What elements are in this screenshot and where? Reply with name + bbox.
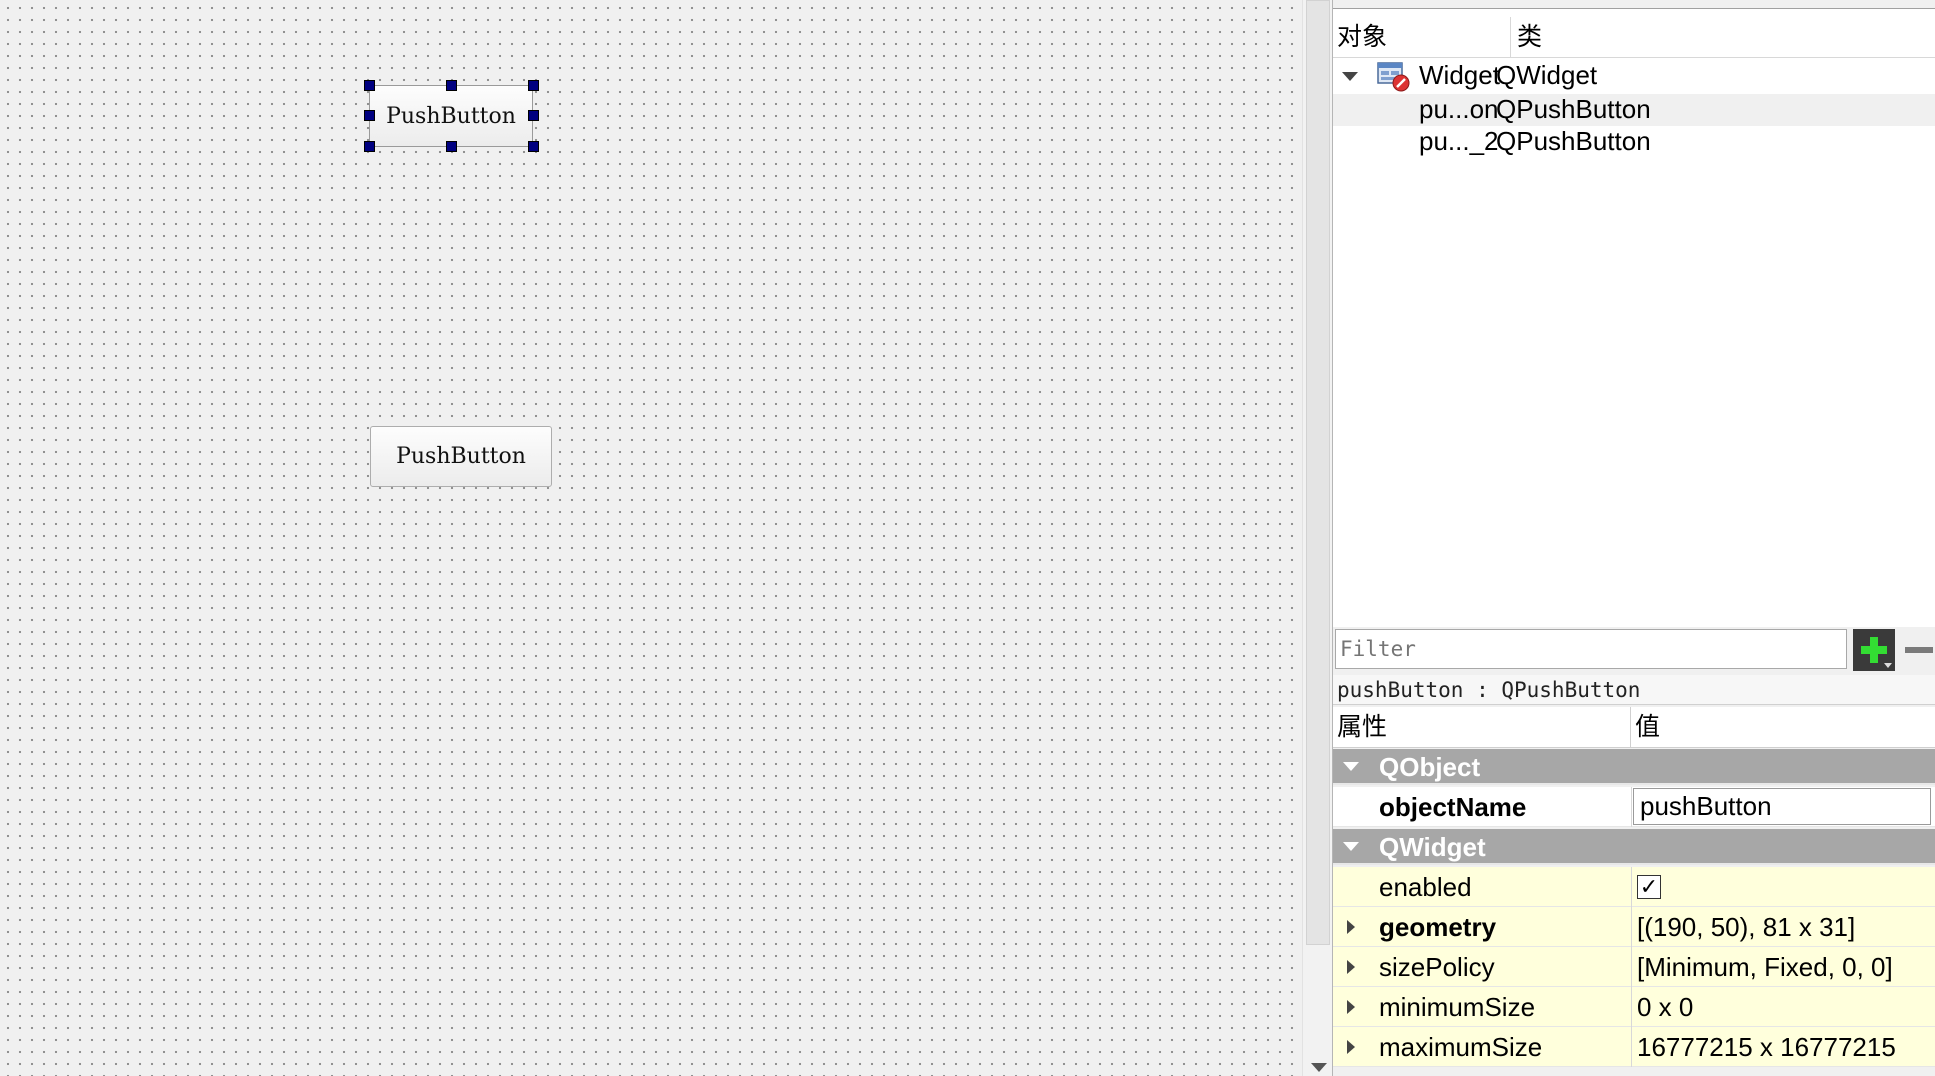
plus-icon-vertical — [1870, 637, 1878, 663]
object-inspector: 对象 类 Widget QWidget pu...on QPushButton … — [1333, 0, 1935, 627]
object-inspector-header: 对象 类 — [1333, 9, 1935, 58]
tree-item-name: pu..._2 — [1419, 126, 1499, 156]
selection-handle-top-right[interactable] — [528, 80, 539, 91]
column-header-value[interactable]: 值 — [1631, 707, 1935, 747]
property-group-qwidget[interactable]: QWidget — [1333, 829, 1935, 865]
property-name: minimumSize — [1379, 987, 1632, 1027]
push-button-2[interactable]: PushButton — [370, 426, 552, 487]
expand-arrow-icon[interactable] — [1347, 920, 1355, 934]
expand-arrow-icon[interactable] — [1347, 1000, 1355, 1014]
property-row-enabled[interactable]: enabled ✓ — [1333, 867, 1935, 907]
selection-handle-top-left[interactable] — [364, 80, 375, 91]
tree-row-pushbutton[interactable]: pu...on QPushButton — [1333, 94, 1935, 126]
property-name: geometry — [1379, 907, 1632, 947]
scrollbar-thumb[interactable] — [1306, 0, 1330, 945]
form-canvas[interactable]: PushButton PushButton — [0, 0, 1302, 1076]
property-editor-header: 属性 值 — [1333, 707, 1935, 748]
enabled-checkbox[interactable]: ✓ — [1637, 875, 1661, 899]
selection-handle-bottom-right[interactable] — [528, 141, 539, 152]
column-header-property[interactable]: 属性 — [1333, 707, 1631, 747]
selection-handle-top[interactable] — [446, 80, 457, 91]
group-label: QWidget — [1379, 832, 1486, 862]
tree-item-name: Widget — [1419, 60, 1500, 90]
collapse-arrow-icon[interactable] — [1343, 762, 1359, 771]
group-label: QObject — [1379, 752, 1481, 782]
property-row-minimumsize[interactable]: minimumSize 0 x 0 — [1333, 987, 1935, 1027]
tree-item-name: pu...on — [1419, 94, 1499, 124]
expand-arrow-icon[interactable] — [1347, 960, 1355, 974]
scroll-down-arrow-icon[interactable] — [1311, 1063, 1327, 1072]
selection-handle-right[interactable] — [528, 110, 539, 121]
property-name: maximumSize — [1379, 1027, 1632, 1067]
property-row-objectname[interactable]: objectName — [1333, 787, 1935, 827]
property-row-geometry[interactable]: geometry [(190, 50), 81 x 31] — [1333, 907, 1935, 947]
tree-row-widget[interactable]: Widget QWidget — [1333, 60, 1935, 92]
property-value[interactable]: 0 x 0 — [1637, 987, 1693, 1027]
column-header-class[interactable]: 类 — [1511, 17, 1935, 57]
property-value[interactable]: [Minimum, Fixed, 0, 0] — [1637, 947, 1893, 987]
collapse-arrow-icon[interactable] — [1343, 842, 1359, 851]
tree-row-pushbutton-2[interactable]: pu..._2 QPushButton — [1333, 126, 1935, 158]
expand-arrow-icon[interactable] — [1347, 1040, 1355, 1054]
tree-item-class: QPushButton — [1496, 126, 1651, 156]
column-header-object[interactable]: 对象 — [1333, 17, 1511, 57]
right-dock-panel: 对象 类 Widget QWidget pu...on QPushButton … — [1333, 0, 1935, 1076]
tree-item-class: QPushButton — [1496, 94, 1651, 124]
property-name: enabled — [1379, 867, 1632, 907]
property-name: objectName — [1379, 787, 1632, 827]
selection-handle-bottom[interactable] — [446, 141, 457, 152]
widget-form-icon — [1377, 62, 1410, 92]
property-group-qobject[interactable]: QObject — [1333, 749, 1935, 785]
property-row-sizepolicy[interactable]: sizePolicy [Minimum, Fixed, 0, 0] — [1333, 947, 1935, 987]
dropdown-caret-icon — [1884, 663, 1892, 668]
push-button-selected[interactable]: PushButton — [369, 85, 533, 147]
property-value[interactable]: [(190, 50), 81 x 31] — [1637, 907, 1855, 947]
expand-arrow-icon[interactable] — [1342, 72, 1358, 81]
add-dynamic-property-button[interactable] — [1853, 629, 1895, 671]
minus-icon — [1905, 647, 1933, 653]
selection-handle-bottom-left[interactable] — [364, 141, 375, 152]
objectname-field[interactable] — [1633, 788, 1931, 825]
selection-handle-left[interactable] — [364, 110, 375, 121]
object-inspector-top-border — [1333, 0, 1935, 9]
tree-item-class: QWidget — [1496, 60, 1598, 90]
canvas-vertical-scrollbar[interactable] — [1302, 0, 1333, 1076]
property-filter-bar — [1333, 627, 1935, 675]
filter-input[interactable] — [1335, 629, 1847, 669]
remove-dynamic-property-button[interactable] — [1901, 629, 1935, 671]
property-row-maximumsize[interactable]: maximumSize 16777215 x 16777215 — [1333, 1027, 1935, 1067]
property-value[interactable]: 16777215 x 16777215 — [1637, 1027, 1896, 1067]
selected-object-class-label: pushButton : QPushButton — [1333, 675, 1935, 705]
property-name: sizePolicy — [1379, 947, 1632, 987]
